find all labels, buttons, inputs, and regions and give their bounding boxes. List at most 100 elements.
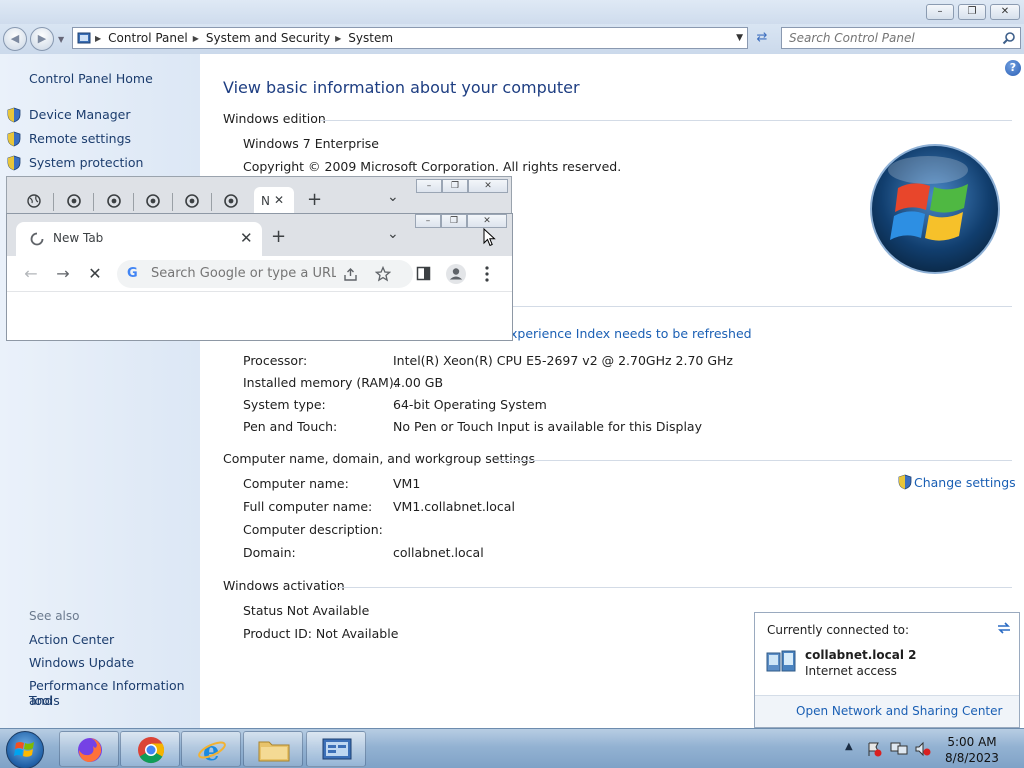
bookmark-star-icon[interactable] [375,266,391,282]
back-arrow-icon[interactable]: ← [21,264,41,284]
tab-search-icon[interactable]: ⌄ [387,189,399,205]
new-tab-button[interactable]: + [271,226,286,247]
sidebar-item-action-center[interactable]: Action Center [29,632,114,647]
processor-label: Processor: [243,353,308,368]
page-title: View basic information about your comput… [223,78,580,97]
refresh-icon[interactable]: ⇄ [752,29,772,47]
recent-pages-dropdown[interactable]: ▼ [58,35,64,44]
breadcrumb-system[interactable]: System [348,31,393,45]
control-panel-home-link[interactable]: Control Panel Home [29,71,153,86]
mouse-cursor-icon [483,228,496,247]
chrome-page-content[interactable] [7,293,512,340]
start-button[interactable] [6,731,44,768]
domain-label: Domain: [243,545,296,560]
tab-new-tab[interactable]: New Tab ✕ [16,222,262,256]
breadcrumb-system-and-security[interactable]: System and Security [206,31,330,45]
profile-avatar-icon[interactable] [445,263,467,285]
maximize-button[interactable]: ❐ [958,4,986,20]
globe-icon[interactable] [27,194,41,208]
tab-title: New Tab [53,231,104,245]
chrome-close-button[interactable]: ✕ [467,214,507,228]
tab-divider [53,193,54,211]
new-tab-button[interactable]: + [307,189,322,210]
edition-copyright: Copyright © 2009 Microsoft Corporation. … [243,159,622,174]
chrome-back-minimize-button[interactable]: – [416,179,442,193]
shield-icon [898,474,912,490]
processor-value: Intel(R) Xeon(R) CPU E5-2697 v2 @ 2.70GH… [393,353,733,368]
chrome-minimize-button[interactable]: – [415,214,441,228]
sidebar-item-system-protection[interactable]: System protection [29,155,143,170]
taskbar-file-explorer[interactable] [243,731,303,767]
memory-label: Installed memory (RAM): [243,375,398,390]
troubleshoot-network-icon[interactable] [996,621,1012,635]
system-clock[interactable]: 5:00 AM 8/8/2023 [932,734,1012,766]
chrome-tab-icon[interactable] [224,194,238,208]
close-button[interactable]: ✕ [990,4,1020,20]
computer-name-label: Computer name: [243,476,349,491]
taskbar-control-panel[interactable] [306,731,366,767]
change-settings-link[interactable]: Change settings [898,474,1016,490]
volume-muted-icon[interactable] [914,741,932,757]
sidebar-item-performance-tools[interactable]: Tools [29,693,60,708]
product-id: Product ID: Not Available [243,626,399,641]
share-icon[interactable] [343,267,358,282]
svg-text:e: e [203,737,220,765]
search-input[interactable] [789,31,999,45]
network-tray-icon[interactable] [890,741,908,757]
chrome-tabstrip: – ❐ ✕ New Tab ✕ + ⌄ [7,214,512,256]
forward-button[interactable]: ▶ [30,27,54,51]
section-divider [496,460,1012,461]
domain-value: collabnet.local [393,545,484,560]
chrome-tab-icon[interactable] [67,194,81,208]
taskbar-firefox[interactable] [59,731,119,767]
back-button[interactable]: ◀ [3,27,27,51]
pen-touch-label: Pen and Touch: [243,419,338,434]
full-computer-name-value: VM1.collabnet.local [393,499,515,514]
breadcrumb-control-panel[interactable]: Control Panel [108,31,188,45]
chrome-tab-icon[interactable] [146,194,160,208]
address-bar[interactable]: ▶ Control Panel ▶ System and Security ▶ Syste… [72,27,748,49]
address-dropdown-icon[interactable]: ▼ [736,33,743,43]
computer-description-label: Computer description: [243,522,383,537]
windows-logo-icon [870,144,1000,274]
omnibox[interactable]: G [117,260,413,288]
sidebar-item-remote-settings[interactable]: Remote settings [29,131,131,146]
system-type-value: 64-bit Operating System [393,397,547,412]
help-icon[interactable]: ? [1005,60,1021,76]
minimize-button[interactable]: – [926,4,954,20]
network-access-status: Internet access [805,664,897,678]
search-box[interactable] [781,27,1021,49]
shield-icon [7,131,21,147]
chrome-back-maximize-button[interactable]: ❐ [442,179,468,193]
chrome-window-background[interactable]: – ❐ ✕ N ✕ + ⌄ [6,176,512,217]
action-center-flag-icon[interactable] [866,741,882,757]
taskbar-chrome[interactable] [120,731,180,767]
active-tab-close-icon[interactable]: ✕ [274,193,284,207]
sidebar-item-device-manager[interactable]: Device Manager [29,107,131,122]
more-menu-icon[interactable] [484,265,490,283]
section-divider [334,587,1012,588]
chrome-tab-icon[interactable] [185,194,199,208]
stop-loading-icon[interactable]: ✕ [85,264,105,284]
shield-icon [7,107,21,123]
open-network-sharing-center-link[interactable]: Open Network and Sharing Center [796,704,1002,718]
chrome-tab-icon[interactable] [107,194,121,208]
full-computer-name-label: Full computer name: [243,499,373,514]
tab-close-icon[interactable]: ✕ [240,229,253,247]
chrome-window[interactable]: – ❐ ✕ New Tab ✕ + ⌄ ← → ✕ G [6,213,513,341]
forward-arrow-icon[interactable]: → [53,264,73,284]
show-hidden-icons-button[interactable]: ▲ [845,741,853,752]
chrome-back-close-button[interactable]: ✕ [468,179,508,193]
control-panel-app-icon [322,738,352,760]
side-panel-icon[interactable] [416,266,431,281]
chrome-maximize-button[interactable]: ❐ [441,214,467,228]
omnibox-input[interactable] [151,266,336,281]
sidebar-item-windows-update[interactable]: Windows Update [29,655,134,670]
experience-index-link[interactable]: xperience Index needs to be refreshed [510,326,752,341]
firefox-icon [78,738,102,762]
tab-search-icon[interactable]: ⌄ [387,226,399,242]
search-icon[interactable] [1002,31,1016,45]
network-name: collabnet.local 2 [805,648,917,662]
taskbar-internet-explorer[interactable]: e [181,731,241,767]
clock-date: 8/8/2023 [945,751,999,765]
